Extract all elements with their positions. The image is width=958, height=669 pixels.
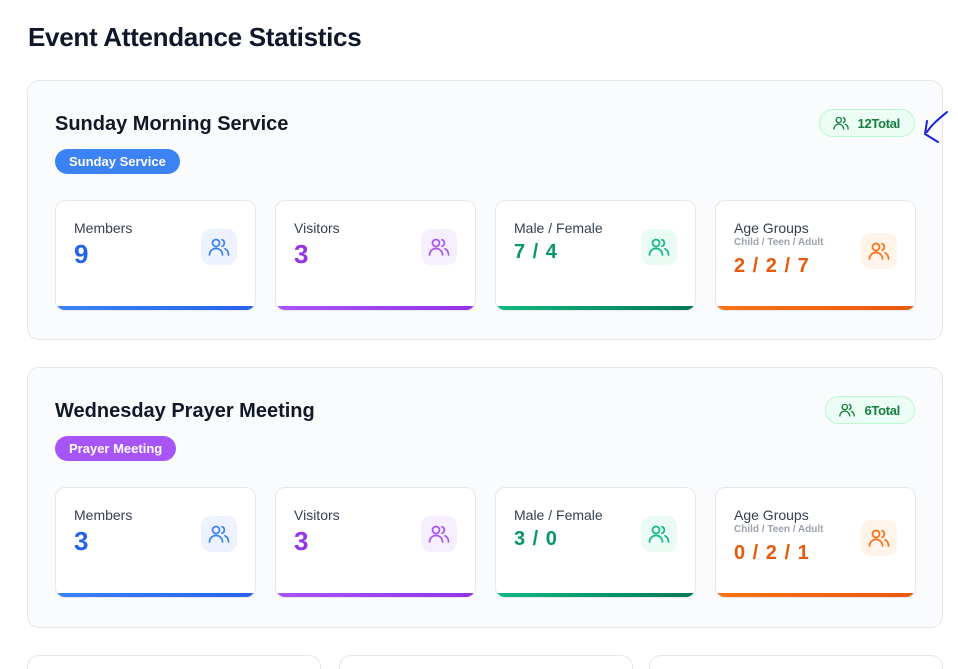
gender-stat-card: Male / Female 7 / 4 — [495, 200, 696, 311]
users-icon — [208, 238, 230, 256]
event-type-tag: Prayer Meeting — [55, 436, 177, 461]
stat-sublabel: Child / Teen / Adult — [734, 237, 824, 248]
stats-row: Members 3 Visitors 3 Male / Female 3 / 0 — [55, 487, 916, 598]
users-icon — [868, 529, 890, 547]
members-stat-card: Members 3 — [55, 487, 256, 598]
gender-value: 3 / 0 — [514, 528, 558, 550]
visitors-stat-card: Visitors 3 — [275, 487, 476, 598]
visitors-icon-wrap — [421, 516, 457, 552]
members-value: 3 — [74, 526, 89, 556]
visitors-stat-card: Visitors 3 — [275, 200, 476, 311]
annotation-arrow-icon — [924, 111, 948, 143]
age-icon-wrap — [861, 233, 897, 269]
event-card: Sunday Morning Service Sunday Service 12… — [27, 80, 943, 340]
stat-label: Male / Female — [514, 220, 603, 236]
stat-label: Age Groups — [734, 507, 809, 523]
users-icon — [648, 238, 670, 256]
stat-accent-bar — [716, 593, 915, 597]
event-card-partial — [27, 655, 321, 669]
users-icon — [868, 242, 890, 260]
users-icon — [832, 116, 849, 130]
stat-accent-bar — [276, 593, 475, 597]
stat-label: Age Groups — [734, 220, 809, 236]
event-card-partial — [649, 655, 943, 669]
total-count: 6Total — [864, 402, 900, 418]
stat-label: Visitors — [294, 220, 340, 236]
gender-icon-wrap — [641, 516, 677, 552]
stat-accent-bar — [716, 306, 915, 310]
gender-icon-wrap — [641, 229, 677, 265]
age-stat-card: Age Groups Child / Teen / Adult 0 / 2 / … — [715, 487, 916, 598]
age-value: 2 / 2 / 7 — [734, 255, 810, 277]
event-card-partial — [339, 655, 633, 669]
event-title: Sunday Morning Service — [55, 113, 289, 135]
page-title: Event Attendance Statistics — [28, 22, 362, 52]
total-badge: 12Total — [818, 109, 915, 137]
stat-accent-bar — [496, 593, 695, 597]
event-type-tag: Sunday Service — [55, 149, 180, 174]
stat-sublabel: Child / Teen / Adult — [734, 524, 824, 535]
visitors-value: 3 — [294, 526, 309, 556]
users-icon — [428, 525, 450, 543]
total-count: 12Total — [857, 115, 901, 131]
stats-row: Members 9 Visitors 3 Male / Female 7 / 4 — [55, 200, 916, 311]
gender-value: 7 / 4 — [514, 241, 558, 263]
users-icon — [648, 525, 670, 543]
page: Event Attendance Statistics Sunday Morni… — [0, 0, 958, 669]
stat-label: Visitors — [294, 507, 340, 523]
members-value: 9 — [74, 239, 89, 269]
age-value: 0 / 2 / 1 — [734, 542, 810, 564]
users-icon — [428, 238, 450, 256]
event-title: Wednesday Prayer Meeting — [55, 400, 315, 422]
members-icon-wrap — [201, 516, 237, 552]
visitors-icon-wrap — [421, 229, 457, 265]
gender-stat-card: Male / Female 3 / 0 — [495, 487, 696, 598]
stat-label: Male / Female — [514, 507, 603, 523]
age-icon-wrap — [861, 520, 897, 556]
stat-accent-bar — [496, 306, 695, 310]
stat-accent-bar — [56, 306, 255, 310]
users-icon — [208, 525, 230, 543]
stat-label: Members — [74, 507, 133, 523]
members-icon-wrap — [201, 229, 237, 265]
users-icon — [839, 403, 856, 417]
visitors-value: 3 — [294, 239, 309, 269]
total-badge: 6Total — [825, 396, 915, 424]
stat-accent-bar — [56, 593, 255, 597]
members-stat-card: Members 9 — [55, 200, 256, 311]
event-card: Wednesday Prayer Meeting Prayer Meeting … — [27, 367, 943, 628]
age-stat-card: Age Groups Child / Teen / Adult 2 / 2 / … — [715, 200, 916, 311]
stat-accent-bar — [276, 306, 475, 310]
stat-label: Members — [74, 220, 133, 236]
